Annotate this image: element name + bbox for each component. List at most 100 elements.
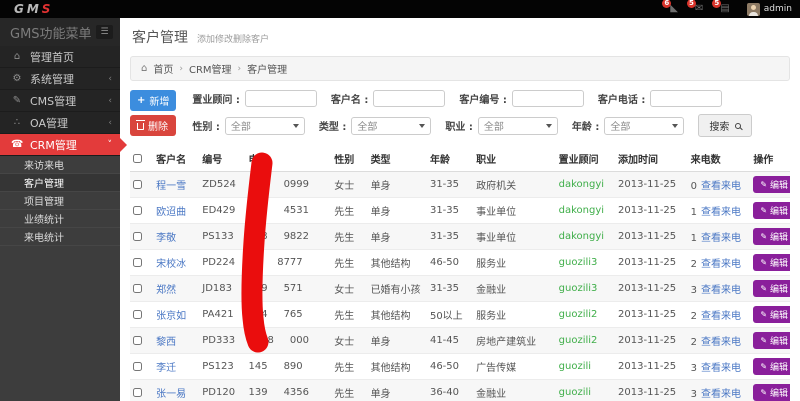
edit-button[interactable]: ✎ 编辑 — [753, 176, 790, 193]
edit-button[interactable]: ✎ 编辑 — [753, 202, 790, 219]
sidebar-subitem-projects[interactable]: 项目管理 — [0, 192, 120, 210]
type-filter-select[interactable]: 全部 — [351, 117, 431, 135]
customer-gender: 先生 — [334, 311, 354, 322]
table-header-row: 客户名 编号 电话 性别 类型 年龄 职业 置业顾问 添加时间 来电数 操作 — [130, 146, 790, 172]
edit-button[interactable]: ✎ 编辑 — [753, 358, 790, 375]
customer-table: 客户名 编号 电话 性别 类型 年龄 职业 置业顾问 添加时间 来电数 操作 程… — [130, 146, 790, 401]
sidebar-item-home[interactable]: ⌂ 管理首页 — [0, 46, 120, 68]
sidebar-subitem-visits[interactable]: 来访来电 — [0, 156, 120, 174]
sidebar-item-oa[interactable]: ∴ OA管理 ‹ — [0, 112, 120, 134]
breadcrumb-home[interactable]: 首页 — [153, 61, 173, 76]
sidebar-item-system[interactable]: ⚙ 系统管理 ‹ — [0, 68, 120, 90]
row-checkbox[interactable] — [133, 206, 142, 215]
customer-gender: 女士 — [334, 285, 354, 296]
gender-filter-label: 性别 : — [192, 118, 219, 133]
table-row: 郑然 JD183 189571 女士 已婚有小孩 31-35 金融业 guozi… — [130, 276, 790, 302]
customer-job: 金融业 — [476, 389, 506, 400]
calls-count: 3 — [691, 389, 697, 400]
phone-suffix: 765 — [284, 309, 303, 320]
customer-name-link[interactable]: 程一雪 — [156, 181, 186, 192]
view-calls-link[interactable]: 查看来电 — [701, 207, 741, 218]
phone-suffix: 890 — [284, 361, 303, 372]
edit-button-label: 编辑 — [770, 386, 788, 399]
view-calls-link[interactable]: 查看来电 — [701, 337, 741, 348]
customer-code-filter-input[interactable] — [512, 90, 584, 107]
added-date: 2013-11-25 — [618, 231, 676, 242]
hamburger-icon[interactable]: ☰ — [96, 25, 113, 39]
customer-name-link[interactable]: 李迁 — [156, 363, 176, 374]
edit-button[interactable]: ✎ 编辑 — [753, 280, 790, 297]
customer-name-link[interactable]: 张京如 — [156, 311, 186, 322]
consultant-name: guozili — [559, 387, 591, 398]
age-filter-select[interactable]: 全部 — [604, 117, 684, 135]
added-date: 2013-11-25 — [618, 335, 676, 346]
edit-button[interactable]: ✎ 编辑 — [753, 332, 790, 349]
mail-icon[interactable]: ✉ 5 — [695, 4, 703, 14]
consultant-name: dakongyi — [559, 205, 604, 216]
row-checkbox[interactable] — [133, 336, 142, 345]
view-calls-link[interactable]: 查看来电 — [701, 233, 741, 244]
row-checkbox[interactable] — [133, 258, 142, 267]
consultant-filter-input[interactable] — [245, 90, 317, 107]
delete-button[interactable]: 删除 — [130, 115, 176, 136]
customer-name-filter-input[interactable] — [373, 90, 445, 107]
col-header-action: 操作 — [750, 146, 790, 172]
add-button[interactable]: + 新增 — [130, 90, 176, 111]
customer-name-link[interactable]: 宋校冰 — [156, 259, 186, 270]
customer-name-link[interactable]: 李敬 — [156, 233, 176, 244]
customer-job: 事业单位 — [476, 207, 516, 218]
row-checkbox[interactable] — [133, 388, 142, 397]
sidebar-item-cms[interactable]: ✎ CMS管理 ‹ — [0, 90, 120, 112]
breadcrumb-crm[interactable]: CRM管理 — [189, 61, 232, 76]
edit-button[interactable]: ✎ 编辑 — [753, 306, 790, 323]
sidebar-subitem-performance[interactable]: 业绩统计 — [0, 210, 120, 228]
pencil-icon: ✎ — [760, 389, 767, 397]
edit-button[interactable]: ✎ 编辑 — [753, 384, 790, 401]
row-checkbox[interactable] — [133, 180, 142, 189]
select-all-checkbox[interactable] — [133, 154, 142, 163]
view-calls-link[interactable]: 查看来电 — [701, 363, 741, 374]
sidebar: GMS功能菜单 ☰ ⌂ 管理首页 ⚙ 系统管理 ‹ ✎ CMS管理 ‹ ∴ OA… — [0, 18, 120, 401]
edit-button-label: 编辑 — [770, 230, 788, 243]
customer-name-link[interactable]: 郑然 — [156, 285, 176, 296]
calls-count: 2 — [691, 337, 697, 348]
edit-button-label: 编辑 — [770, 334, 788, 347]
sidebar-item-label: OA管理 — [30, 115, 68, 131]
home-icon: ⌂ — [11, 51, 23, 62]
customer-name-link[interactable]: 张一易 — [156, 389, 186, 400]
gender-filter-select[interactable]: 全部 — [225, 117, 305, 135]
customer-name-link[interactable]: 欧迢曲 — [156, 207, 186, 218]
customer-type: 已婚有小孩 — [371, 285, 421, 296]
phone-suffix: 0999 — [284, 179, 309, 190]
row-checkbox[interactable] — [133, 232, 142, 241]
edit-button[interactable]: ✎ 编辑 — [753, 254, 790, 271]
row-checkbox[interactable] — [133, 310, 142, 319]
sidebar-subitem-call-stats[interactable]: 来电统计 — [0, 228, 120, 246]
phone-prefix: 134 — [248, 309, 267, 320]
row-checkbox[interactable] — [133, 362, 142, 371]
table-row: 李敬 PS133 1389822 先生 单身 31-35 事业单位 dakong… — [130, 224, 790, 250]
search-button[interactable]: 搜索 — [698, 114, 752, 137]
chart-icon[interactable]: ◣ 6 — [670, 4, 678, 14]
row-checkbox[interactable] — [133, 284, 142, 293]
view-calls-link[interactable]: 查看来电 — [701, 389, 741, 400]
tasks-icon[interactable]: ▤ 5 — [720, 4, 729, 14]
customer-phone-filter-input[interactable] — [650, 90, 722, 107]
view-calls-link[interactable]: 查看来电 — [701, 181, 741, 192]
customer-code: PS133 — [202, 231, 233, 242]
customer-name-link[interactable]: 黎西 — [156, 337, 176, 348]
edit-button-label: 编辑 — [770, 256, 788, 269]
sidebar-subitem-customers[interactable]: 客户管理 — [0, 174, 120, 192]
table-row: 黎西 PD333 1348000 女士 单身 41-45 房地产建筑业 guoz… — [130, 328, 790, 354]
view-calls-link[interactable]: 查看来电 — [701, 311, 741, 322]
view-calls-link[interactable]: 查看来电 — [701, 285, 741, 296]
sidebar-item-crm[interactable]: ☎ CRM管理 ˅ — [0, 134, 120, 156]
phone-prefix: 17 — [248, 257, 261, 268]
consultant-name: dakongyi — [559, 179, 604, 190]
notification-badge: 5 — [687, 0, 696, 8]
job-filter-select[interactable]: 全部 — [478, 117, 558, 135]
phone-suffix: 8777 — [277, 257, 302, 268]
view-calls-link[interactable]: 查看来电 — [701, 259, 741, 270]
user-menu[interactable]: admin — [747, 3, 792, 16]
edit-button[interactable]: ✎ 编辑 — [753, 228, 790, 245]
